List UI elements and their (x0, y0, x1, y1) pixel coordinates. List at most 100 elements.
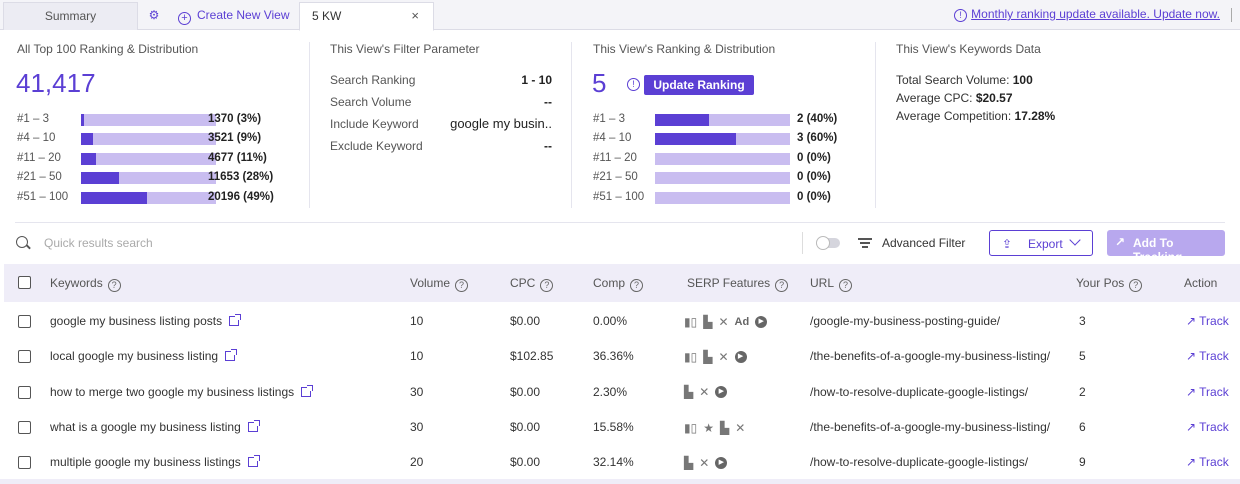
distribution-bar (81, 172, 216, 185)
filter-parameter-title: This View's Filter Parameter (330, 42, 480, 56)
serp-ad-icon: Ad (734, 315, 750, 328)
help-icon[interactable]: ? (1129, 279, 1143, 292)
row-checkbox[interactable] (18, 420, 31, 434)
table-row[interactable]: what is a google my business listing 30 $0… (4, 410, 1240, 445)
help-icon[interactable]: ? (775, 279, 789, 292)
your-pos-cell: 5 (1079, 349, 1086, 364)
serp-features-cell: ▮▯ ★ ▙ ✕ (684, 420, 751, 435)
external-link-icon[interactable] (247, 455, 260, 468)
help-icon[interactable]: ? (455, 279, 469, 292)
distribution-bar (655, 152, 790, 165)
close-icon[interactable]: × (411, 3, 419, 29)
export-button[interactable]: ⇪ Export (989, 230, 1093, 256)
add-to-tracking-button[interactable]: ↗ Add To Tracking (1107, 230, 1225, 264)
your-pos-cell: 2 (1079, 384, 1086, 399)
external-link-icon[interactable] (301, 384, 314, 397)
keyword-text: multiple google my business listings (50, 455, 241, 470)
distribution-bar (655, 114, 790, 126)
update-ranking-button[interactable]: Update Ranking (644, 75, 754, 95)
url-cell[interactable]: /google-my-business-posting-guide/ (810, 314, 1000, 328)
track-label: Track (1199, 384, 1229, 399)
table-row[interactable]: google my business listing posts 10 $0.00 0… (4, 304, 1240, 339)
gear-icon[interactable]: ⚙ (144, 2, 164, 30)
your-pos-cell: 6 (1079, 419, 1086, 434)
external-link-icon[interactable] (229, 314, 242, 326)
track-button[interactable]: ↗ Track (1186, 455, 1229, 469)
keywords-data-value: 17.28% (1014, 109, 1056, 123)
monthly-update-link[interactable]: Monthly ranking update available. Update… (971, 7, 1220, 21)
col-url-label: URL (810, 276, 835, 290)
select-all-checkbox[interactable] (18, 276, 31, 289)
table-row[interactable]: how to merge two google my business list… (4, 375, 1240, 410)
col-comp[interactable]: Comp? (593, 276, 644, 292)
keywords-data-key: Total Search Volume: (896, 73, 1013, 87)
url-cell[interactable]: /how-to-resolve-duplicate-google-listing… (810, 455, 1028, 469)
filter-icon[interactable] (858, 237, 872, 249)
serp-features-cell: ▮▯ ▙ ✕ ▶ (684, 349, 753, 365)
chevron-down-icon (1069, 234, 1081, 246)
col-keywords[interactable]: Keywords? (50, 276, 121, 292)
volume-cell: 30 (410, 419, 424, 434)
range-label: #1 – 3 (593, 113, 625, 125)
info-icon[interactable]: ! (627, 78, 640, 91)
col-serp-features[interactable]: SERP Features? (687, 276, 789, 292)
trend-up-icon: ↗ (1186, 314, 1200, 328)
serp-local-pack-icon: ▙ (684, 456, 694, 471)
volume-cell: 20 (410, 455, 424, 470)
col-volume[interactable]: Volume? (410, 276, 469, 292)
external-link-icon[interactable] (247, 419, 260, 432)
cpc-cell: $0.00 (510, 384, 541, 399)
distribution-value: 3521 (9%) (208, 132, 262, 145)
help-icon[interactable]: ? (107, 279, 121, 292)
create-new-view-button[interactable]: + Create New View (178, 2, 296, 30)
tab-5-kw-label: 5 KW (312, 9, 342, 23)
track-button[interactable]: ↗ Track (1186, 385, 1229, 399)
row-checkbox[interactable] (18, 315, 31, 328)
export-label: Export (1028, 237, 1063, 251)
distribution-bar (81, 152, 216, 165)
monthly-update-notice[interactable]: ! Monthly ranking update available. Updat… (954, 7, 1220, 22)
col-cpc-label: CPC (510, 276, 536, 290)
filter-parameter-value: -- (544, 95, 552, 109)
col-your-pos[interactable]: Your Pos? (1076, 276, 1143, 292)
trend-up-icon: ↗ (1115, 235, 1126, 249)
search-input[interactable] (44, 234, 444, 252)
advanced-filter-label[interactable]: Advanced Filter (882, 236, 965, 250)
track-button[interactable]: ↗ Track (1186, 349, 1229, 363)
keyword-cell: what is a google my business listing (50, 419, 260, 434)
table-row[interactable]: local google my business listing 10 $102.8… (4, 339, 1240, 374)
help-icon[interactable]: ? (540, 279, 554, 292)
help-icon[interactable]: ? (630, 279, 644, 292)
distribution-row: #11 – 20 4677 (11%) (17, 152, 317, 166)
add-to-tracking-label: Add To Tracking (1133, 236, 1183, 264)
url-cell[interactable]: /how-to-resolve-duplicate-google-listing… (810, 385, 1028, 399)
help-icon[interactable]: ? (839, 279, 853, 292)
distribution-row: #21 – 50 11653 (28%) (17, 171, 317, 185)
distribution-bar (655, 133, 790, 146)
row-checkbox[interactable] (18, 456, 31, 470)
distribution-bar-fill (81, 133, 94, 146)
serp-listing-icon: ▮▯ (684, 314, 698, 329)
col-cpc[interactable]: CPC? (510, 276, 554, 292)
table-row[interactable]: multiple google my business listings 20 $0… (4, 445, 1240, 480)
url-cell[interactable]: /the-benefits-of-a-google-my-business-li… (810, 420, 1050, 434)
row-checkbox[interactable] (18, 385, 31, 399)
advanced-filter-toggle[interactable] (816, 236, 840, 250)
row-checkbox[interactable] (18, 350, 31, 364)
tab-summary[interactable]: Summary (3, 2, 138, 30)
keyword-cell: multiple google my business listings (50, 455, 260, 470)
keyword-cell: local google my business listing (50, 349, 238, 363)
col-comp-label: Comp (593, 276, 626, 290)
filter-parameter-value: google my busin.. (450, 116, 552, 131)
track-button[interactable]: ↗ Track (1186, 314, 1229, 328)
col-serp-label: SERP Features (687, 276, 771, 290)
track-button[interactable]: ↗ Track (1186, 420, 1229, 434)
distribution-row: #1 – 3 2 (40%) (593, 113, 893, 127)
col-url[interactable]: URL? (810, 276, 853, 292)
url-cell[interactable]: /the-benefits-of-a-google-my-business-li… (810, 349, 1050, 363)
keyword-cell: how to merge two google my business list… (50, 384, 314, 399)
serp-sitelinks-icon: ✕ (718, 350, 729, 365)
tab-5-kw[interactable]: 5 KW × (299, 2, 434, 31)
keywords-data-row: Total Search Volume: 100 (896, 73, 1033, 87)
external-link-icon[interactable] (225, 349, 238, 362)
